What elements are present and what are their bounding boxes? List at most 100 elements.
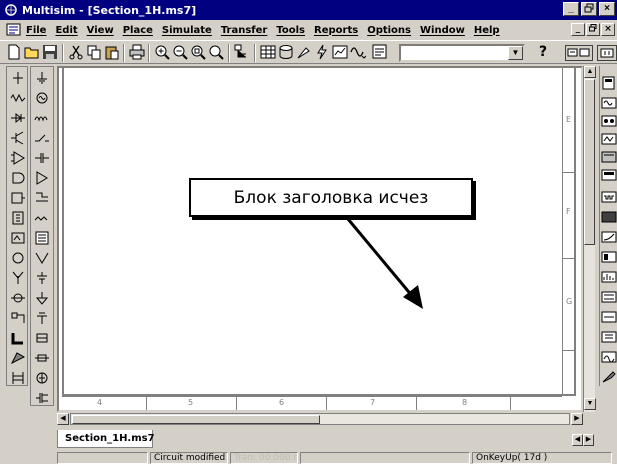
close-button[interactable]: × <box>599 2 615 16</box>
new-file-icon[interactable] <box>6 44 22 60</box>
spectrum-analyzer-icon[interactable] <box>601 270 617 284</box>
fuse-icon[interactable] <box>34 351 50 365</box>
switch-icon[interactable] <box>34 131 50 145</box>
scroll-up-icon[interactable]: ▲ <box>584 66 596 78</box>
spreadsheet-icon[interactable] <box>260 44 276 60</box>
agilent-generator-icon[interactable] <box>601 310 617 324</box>
menu-view[interactable]: View <box>87 25 114 36</box>
diode-icon[interactable] <box>10 111 26 125</box>
scroll-left-icon[interactable]: ◀ <box>57 413 69 425</box>
inductor-icon[interactable] <box>34 111 50 125</box>
pause-button[interactable] <box>597 45 617 61</box>
mosfet-icon[interactable] <box>34 391 50 405</box>
bode-plotter-icon[interactable] <box>601 150 617 164</box>
transistor-icon[interactable] <box>10 131 26 145</box>
horizontal-scroll-thumb[interactable] <box>72 415 320 424</box>
mdi-minimize-button[interactable]: _ <box>571 23 585 36</box>
multimeter-icon[interactable] <box>601 76 617 90</box>
op-amp-icon[interactable] <box>34 171 50 185</box>
menu-edit[interactable]: Edit <box>55 25 77 36</box>
ttl-icon[interactable] <box>10 171 26 185</box>
minimize-button[interactable]: _ <box>563 2 579 16</box>
restore-button[interactable] <box>581 2 597 16</box>
oscilloscope-icon[interactable] <box>601 132 617 146</box>
in-use-list-combo[interactable]: ▼ <box>399 44 525 62</box>
logic-analyzer-icon[interactable] <box>601 190 617 204</box>
bus-icon[interactable] <box>10 331 26 345</box>
mixed-icon[interactable] <box>10 231 26 245</box>
ground-digital-icon[interactable] <box>34 291 50 305</box>
resistor-icon[interactable] <box>10 91 26 105</box>
paste-icon[interactable] <box>104 44 120 60</box>
electrical-rules-icon[interactable] <box>314 44 330 60</box>
source-icon[interactable] <box>10 71 26 85</box>
agilent-multimeter-icon[interactable] <box>601 330 617 344</box>
zoom-area-icon[interactable] <box>190 44 206 60</box>
zoom-full-icon[interactable] <box>208 44 224 60</box>
wattmeter-icon[interactable] <box>601 114 617 128</box>
zoom-in-icon[interactable] <box>154 44 170 60</box>
vertical-scroll-thumb[interactable] <box>584 79 595 245</box>
antenna-icon[interactable] <box>10 271 26 285</box>
zoom-out-icon[interactable] <box>172 44 188 60</box>
menu-reports[interactable]: Reports <box>314 25 358 36</box>
connector-icon[interactable] <box>10 311 26 325</box>
menu-window[interactable]: Window <box>420 25 465 36</box>
save-icon[interactable] <box>42 44 58 60</box>
logic-converter-icon[interactable] <box>601 210 617 224</box>
mdi-close-button[interactable]: × <box>601 23 615 36</box>
indicator-icon[interactable] <box>10 251 26 265</box>
electromechanical-icon[interactable] <box>10 291 26 305</box>
cmos-icon[interactable] <box>10 191 26 205</box>
horizontal-scroll-track[interactable] <box>70 413 570 425</box>
tab-prev-icon[interactable]: ◀ <box>572 434 583 446</box>
relay-icon[interactable] <box>34 331 50 345</box>
open-folder-icon[interactable] <box>24 44 40 60</box>
meter-icon[interactable] <box>34 191 50 205</box>
print-icon[interactable] <box>129 44 145 60</box>
capacitor-icon[interactable] <box>34 151 50 165</box>
menu-transfer[interactable]: Transfer <box>221 25 268 36</box>
vertical-scrollbar[interactable]: ▲ ▼ <box>583 66 596 412</box>
project-view-icon[interactable] <box>234 44 250 60</box>
vcc-icon[interactable] <box>34 311 50 325</box>
scroll-right-icon[interactable]: ▶ <box>571 413 583 425</box>
pot-icon[interactable] <box>34 211 50 225</box>
horizontal-scrollbar[interactable]: ◀ ▶ <box>57 412 583 426</box>
chevron-down-icon[interactable]: ▼ <box>508 46 523 60</box>
cut-icon[interactable] <box>68 44 84 60</box>
analyses-icon[interactable] <box>350 44 366 60</box>
menu-tools[interactable]: Tools <box>276 25 305 36</box>
database-icon[interactable] <box>278 44 294 60</box>
copy-icon[interactable] <box>86 44 102 60</box>
grapher-icon[interactable] <box>332 44 348 60</box>
battery-icon[interactable] <box>34 271 50 285</box>
document-icon[interactable] <box>6 23 22 37</box>
postprocessor-icon[interactable] <box>372 44 388 60</box>
agilent-oscilloscope-icon[interactable] <box>601 350 617 364</box>
measurement-probe-icon[interactable] <box>601 370 617 384</box>
distortion-analyzer-icon[interactable] <box>601 250 617 264</box>
function-generator-icon[interactable] <box>601 96 617 110</box>
rf-icon[interactable] <box>10 351 26 365</box>
iv-analyzer-icon[interactable] <box>601 230 617 244</box>
logic-icon[interactable] <box>34 231 50 245</box>
menu-simulate[interactable]: Simulate <box>162 25 212 36</box>
ground-icon[interactable] <box>34 71 50 85</box>
misc-digital-icon[interactable] <box>10 211 26 225</box>
scroll-down-icon[interactable]: ▼ <box>584 398 596 410</box>
help-button[interactable]: ? <box>535 44 551 61</box>
menu-file[interactable]: File <box>26 25 46 36</box>
menu-options[interactable]: Options <box>367 25 411 36</box>
simulate-switch[interactable] <box>565 45 593 61</box>
ladder-icon[interactable] <box>10 371 26 385</box>
menu-place[interactable]: Place <box>123 25 153 36</box>
mdi-restore-button[interactable] <box>586 23 600 36</box>
tab-next-icon[interactable]: ▶ <box>583 434 594 446</box>
ac-source-icon[interactable] <box>34 91 50 105</box>
word-generator-icon[interactable] <box>601 168 617 182</box>
network-analyzer-icon[interactable] <box>601 290 617 304</box>
tube-icon[interactable] <box>34 371 50 385</box>
voltmeter-icon[interactable] <box>34 251 50 265</box>
title-bar[interactable]: Multisim - [Section_1H.ms7] _ × <box>0 0 617 20</box>
